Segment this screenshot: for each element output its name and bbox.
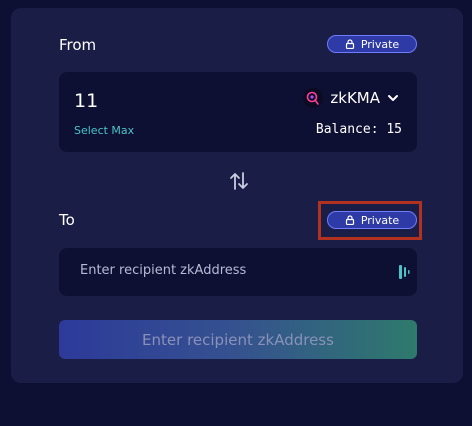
to-private-toggle[interactable]: Private	[327, 211, 417, 229]
from-amount-box: 11 Select Max zkKMA Balance: 15	[59, 72, 417, 152]
to-private-label: Private	[360, 213, 400, 227]
swap-arrows-icon[interactable]	[228, 170, 250, 192]
lock-icon	[345, 215, 354, 225]
recipient-input-box[interactable]: Enter recipient zkAddress	[59, 248, 417, 296]
token-selector[interactable]: zkKMA	[303, 88, 399, 108]
lock-icon	[345, 39, 354, 49]
amount-input[interactable]: 11	[74, 90, 98, 112]
token-name: zkKMA	[330, 89, 380, 107]
select-max-link[interactable]: Select Max	[74, 124, 134, 137]
from-label: From	[59, 36, 97, 54]
recipient-input[interactable]: Enter recipient zkAddress	[80, 263, 246, 278]
balance-text: Balance: 15	[315, 122, 402, 137]
chevron-down-icon	[388, 95, 398, 101]
to-label: To	[59, 211, 75, 229]
submit-button[interactable]: Enter recipient zkAddress	[59, 320, 417, 359]
token-logo-icon	[303, 88, 324, 108]
from-private-label: Private	[360, 37, 400, 51]
from-private-toggle[interactable]: Private	[327, 35, 417, 53]
scan-icon[interactable]	[398, 264, 410, 280]
